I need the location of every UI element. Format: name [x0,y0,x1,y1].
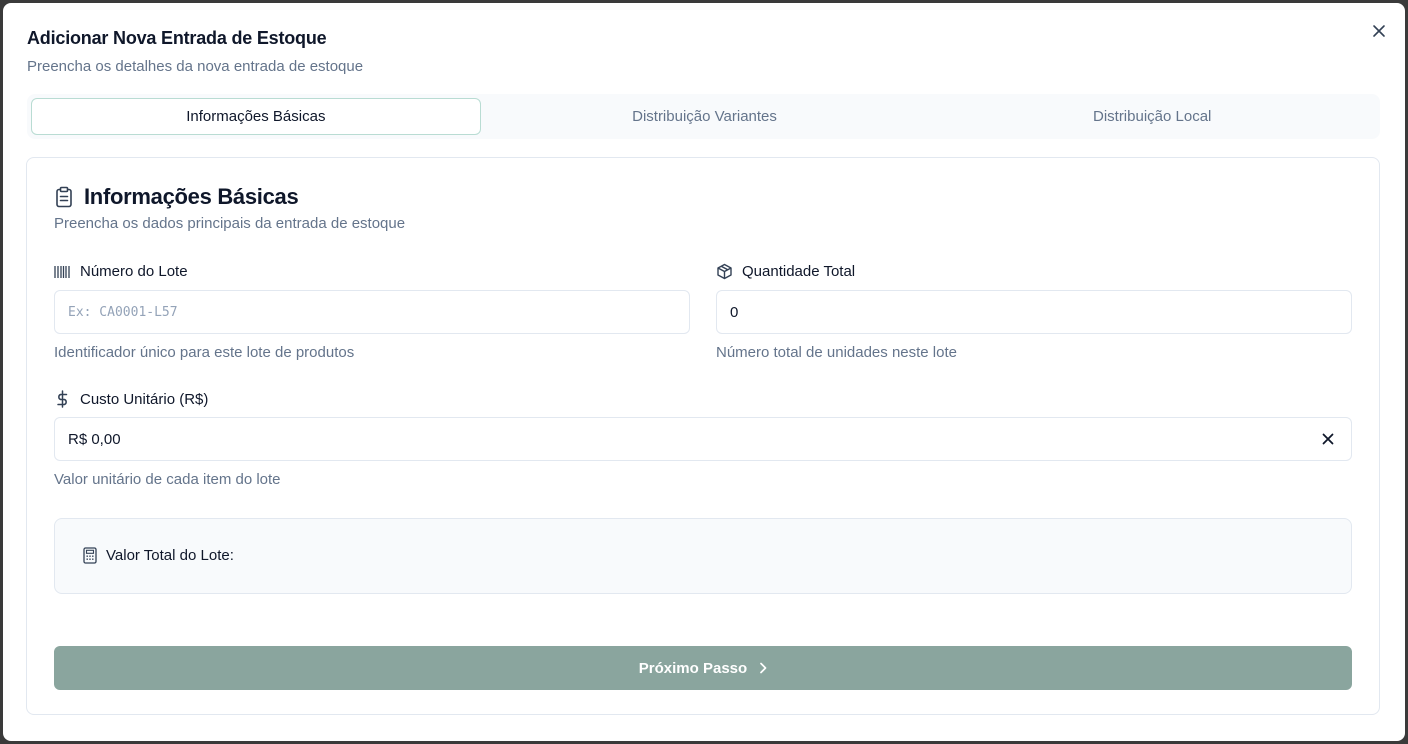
tab-informacoes-basicas[interactable]: Informações Básicas [31,98,481,135]
dialog-title: Adicionar Nova Entrada de Estoque [27,28,327,48]
clipboard-icon [56,186,72,208]
total-quantity-input[interactable]: 0 [716,290,1352,334]
close-icon [1373,25,1385,37]
total-quantity-label: Quantidade Total [716,263,855,280]
batch-number-label-text: Número do Lote [80,263,188,280]
total-value-label: Valor Total do Lote: [106,547,234,564]
barcode-icon [54,265,70,278]
batch-number-input[interactable]: Ex: CA0001-L57 [54,290,690,334]
batch-number-placeholder: Ex: CA0001-L57 [68,304,178,320]
total-value-box: Valor Total do Lote: [54,518,1352,594]
chevron-right-icon [760,662,767,674]
package-icon [717,263,732,280]
close-icon [1322,433,1334,445]
batch-number-helper: Identificador único para este lote de pr… [54,344,355,361]
tab-list: Informações Básicas Distribuição Variant… [27,94,1380,139]
basic-info-card: Informações Básicas Preencha os dados pr… [26,157,1380,715]
unit-cost-label: Custo Unitário (R$) [54,390,208,408]
total-value-row: Valor Total do Lote: [83,547,234,564]
card-title: Informações Básicas [84,184,299,209]
card-description: Preencha os dados principais da entrada … [54,215,406,232]
card-header: Informações Básicas [54,184,299,210]
calculator-icon [83,547,97,564]
total-quantity-value: 0 [730,303,739,321]
batch-number-label: Número do Lote [54,263,188,280]
dollar-icon [57,390,68,408]
unit-cost-label-text: Custo Unitário (R$) [80,390,209,408]
next-step-label: Próximo Passo [638,659,748,677]
dialog: Adicionar Nova Entrada de Estoque Preenc… [3,3,1405,741]
dialog-description: Preencha os detalhes da nova entrada de … [27,58,364,75]
tab-distribuicao-variantes[interactable]: Distribuição Variantes [481,98,929,135]
next-step-button[interactable]: Próximo Passo [54,646,1352,690]
total-quantity-helper: Número total de unidades neste lote [716,344,957,361]
total-quantity-label-text: Quantidade Total [742,263,856,280]
unit-cost-value: R$ 0,00 [68,430,121,448]
close-button[interactable] [1369,21,1389,41]
unit-cost-helper: Valor unitário de cada item do lote [54,471,281,488]
clear-unit-cost-button[interactable] [1319,430,1337,448]
tab-distribuicao-local[interactable]: Distribuição Local [928,98,1376,135]
unit-cost-input[interactable]: R$ 0,00 [54,417,1352,461]
